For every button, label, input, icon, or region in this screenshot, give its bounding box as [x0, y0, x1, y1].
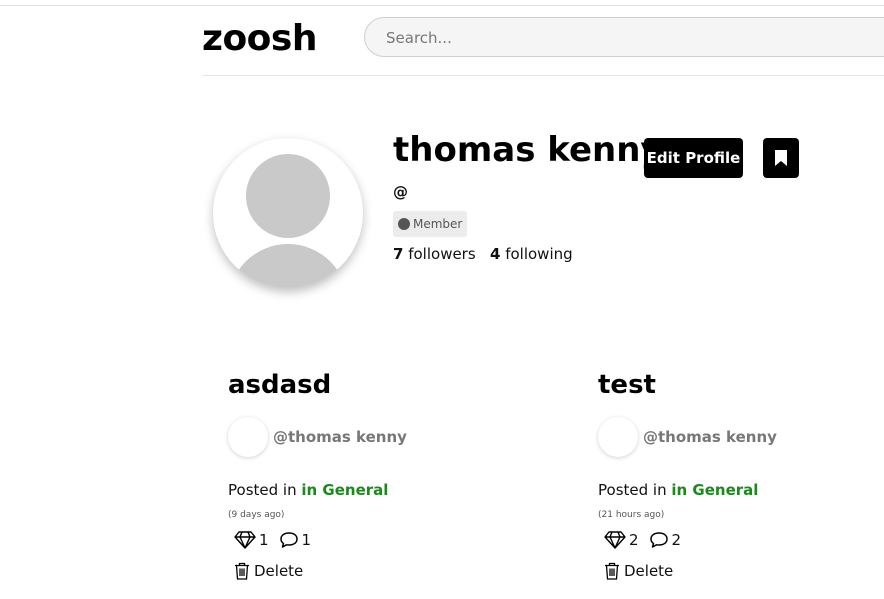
post-title[interactable]: test [598, 370, 884, 400]
delete-label: Delete [254, 562, 304, 580]
like-button[interactable]: 2 [604, 531, 639, 549]
posted-prefix: Posted in [598, 481, 667, 499]
like-button[interactable]: 1 [234, 531, 269, 549]
followers-count: 7 [393, 245, 404, 263]
posted-prefix: Posted in [228, 481, 297, 499]
comment-count: 1 [301, 531, 312, 549]
post-category-line: Posted in in General [598, 481, 758, 499]
post-card: test @thomas kenny Posted in in General … [598, 370, 884, 580]
profile-avatar [213, 138, 363, 288]
badge-label: Member [413, 217, 463, 231]
delete-button[interactable]: Delete [234, 562, 303, 580]
diamond-icon [604, 531, 626, 549]
badge-dot-icon [398, 218, 410, 230]
like-count: 2 [629, 531, 639, 549]
category-link[interactable]: in General [671, 481, 758, 499]
comment-icon [649, 532, 668, 548]
followers-link[interactable]: 7 followers [393, 245, 476, 263]
post-timestamp: (21 hours ago) [598, 510, 665, 520]
comment-icon [279, 532, 298, 548]
member-badge: Member [393, 211, 468, 237]
author-avatar [598, 417, 638, 457]
trash-icon [235, 562, 249, 580]
delete-label: Delete [624, 562, 674, 580]
profile-name: thomas kenny [393, 130, 663, 170]
comment-button[interactable]: 1 [279, 531, 312, 549]
delete-button[interactable]: Delete [604, 562, 673, 580]
category-link[interactable]: in General [301, 481, 388, 499]
search-box[interactable] [364, 17, 884, 58]
post-timestamp: (9 days ago) [228, 510, 285, 520]
comment-count: 2 [671, 531, 682, 549]
post-author[interactable]: @thomas kenny [228, 417, 407, 457]
profile-handle: @ [393, 183, 408, 201]
avatar-head-shape [246, 154, 330, 238]
following-label: following [505, 245, 573, 263]
logo[interactable]: zoosh [202, 18, 317, 59]
post-card: asdasd @thomas kenny Posted in in Genera… [228, 370, 528, 580]
author-avatar [228, 417, 268, 457]
following-count: 4 [489, 245, 501, 263]
edit-profile-button[interactable]: Edit Profile [644, 138, 743, 178]
post-title[interactable]: asdasd [228, 370, 528, 400]
diamond-icon [234, 531, 256, 549]
following-link[interactable]: 4 following [490, 245, 573, 263]
trash-icon [605, 562, 619, 580]
bookmark-button[interactable] [763, 138, 799, 178]
followers-label: followers [408, 245, 476, 263]
search-input[interactable] [384, 18, 884, 58]
avatar-body-shape [228, 244, 348, 288]
post-stats: 2 2 [604, 531, 691, 549]
post-stats: 1 1 [234, 531, 321, 549]
post-category-line: Posted in in General [228, 481, 388, 499]
author-name: @thomas kenny [273, 428, 407, 446]
bookmark-icon [775, 150, 787, 166]
follow-stats: 7 followers 4 following [393, 245, 573, 263]
header: zoosh [202, 0, 884, 76]
comment-button[interactable]: 2 [649, 531, 682, 549]
author-name: @thomas kenny [643, 428, 777, 446]
post-author[interactable]: @thomas kenny [598, 417, 777, 457]
like-count: 1 [259, 531, 269, 549]
